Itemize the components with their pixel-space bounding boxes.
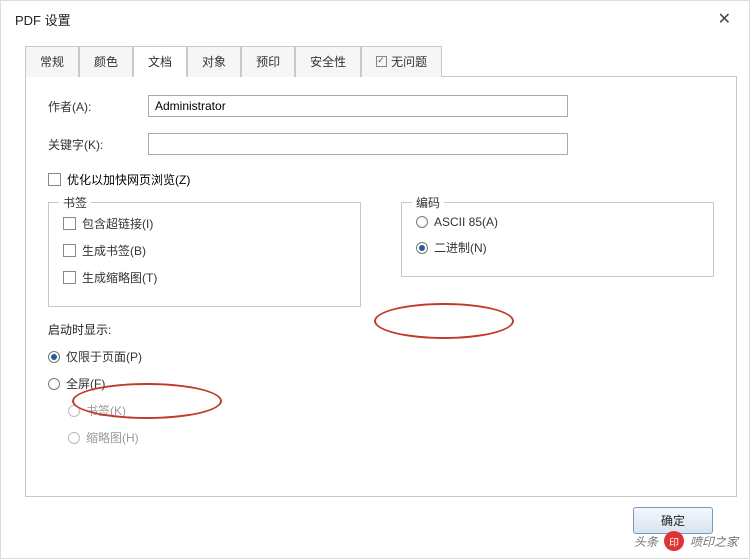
gen-bookmarks-checkbox[interactable] [63,244,76,257]
optimize-label: 优化以加快网页浏览(Z) [67,171,190,188]
ascii-option: ASCII 85(A) [416,215,699,229]
include-links-option: 包含超链接(I) [63,215,346,232]
gen-thumbs-option: 生成缩略图(T) [63,269,346,286]
ascii-radio[interactable] [416,216,428,228]
dialog-title: PDF 设置 [15,10,71,29]
tab-strip: 常规 颜色 文档 对象 预印 安全性 无问题 [25,45,737,77]
page-only-radio[interactable] [48,351,60,363]
tab-preview[interactable]: 预印 [241,46,295,77]
include-links-checkbox[interactable] [63,217,76,230]
gen-thumbs-checkbox[interactable] [63,271,76,284]
left-column: 书签 包含超链接(I) 生成书签(B) 生成缩略图(T) [48,202,361,456]
tab-noissue[interactable]: 无问题 [361,46,442,77]
fullscreen-radio[interactable] [48,378,60,390]
tab-color[interactable]: 颜色 [79,46,133,77]
binary-option: 二进制(N) [416,239,699,256]
startup-thumbs-option: 缩略图(H) [68,429,361,446]
page-only-label: 仅限于页面(P) [66,348,142,365]
columns: 书签 包含超链接(I) 生成书签(B) 生成缩略图(T) [48,202,714,456]
author-input[interactable] [148,95,568,117]
binary-label: 二进制(N) [434,239,487,256]
tab-noissue-label: 无问题 [391,55,427,69]
startup-legend: 启动时显示: [48,321,361,338]
gen-thumbs-label: 生成缩略图(T) [82,269,157,286]
keywords-label: 关键字(K): [48,136,148,153]
tab-general[interactable]: 常规 [25,46,79,77]
keywords-row: 关键字(K): [48,133,714,155]
startup-thumbs-label: 缩略图(H) [86,429,139,446]
pdf-settings-dialog: PDF 设置 ✕ 常规 颜色 文档 对象 预印 安全性 无问题 作者(A): 关… [0,0,750,559]
close-icon[interactable]: ✕ [714,9,735,29]
startup-bookmarks-radio [68,405,80,417]
tab-document[interactable]: 文档 [133,46,187,77]
gen-bookmarks-option: 生成书签(B) [63,242,346,259]
tab-security[interactable]: 安全性 [295,46,361,77]
startup-thumbs-radio [68,432,80,444]
watermark-brand: 喷印之家 [690,533,738,550]
document-panel: 作者(A): 关键字(K): 优化以加快网页浏览(Z) 书签 包含超链接( [25,77,737,497]
fullscreen-option: 全屏(F) [48,375,361,392]
gen-bookmarks-label: 生成书签(B) [82,242,146,259]
checkmark-icon [376,56,387,67]
watermark-logo-icon: 印 [664,531,684,551]
ok-button[interactable]: 确定 [633,507,713,534]
page-only-option: 仅限于页面(P) [48,348,361,365]
watermark-prefix: 头条 [634,533,658,550]
optimize-row: 优化以加快网页浏览(Z) [48,171,714,188]
binary-radio[interactable] [416,242,428,254]
right-column: 编码 ASCII 85(A) 二进制(N) [401,202,714,277]
author-label: 作者(A): [48,98,148,115]
startup-bookmarks-option: 书签(K) [68,402,361,419]
optimize-checkbox[interactable] [48,173,61,186]
titlebar: PDF 设置 ✕ [1,1,749,37]
fullscreen-label: 全屏(F) [66,375,105,392]
bookmarks-group: 书签 包含超链接(I) 生成书签(B) 生成缩略图(T) [48,202,361,307]
tab-object[interactable]: 对象 [187,46,241,77]
keywords-input[interactable] [148,133,568,155]
ascii-label: ASCII 85(A) [434,215,498,229]
encoding-group: 编码 ASCII 85(A) 二进制(N) [401,202,714,277]
startup-bookmarks-label: 书签(K) [86,402,126,419]
author-row: 作者(A): [48,95,714,117]
include-links-label: 包含超链接(I) [82,215,153,232]
watermark: 头条 印 喷印之家 [634,531,738,551]
bookmarks-legend: 书签 [59,194,91,211]
encoding-legend: 编码 [412,194,444,211]
tab-area: 常规 颜色 文档 对象 预印 安全性 无问题 作者(A): 关键字(K): 优化… [1,37,749,497]
dialog-footer: 确定 [1,497,749,534]
